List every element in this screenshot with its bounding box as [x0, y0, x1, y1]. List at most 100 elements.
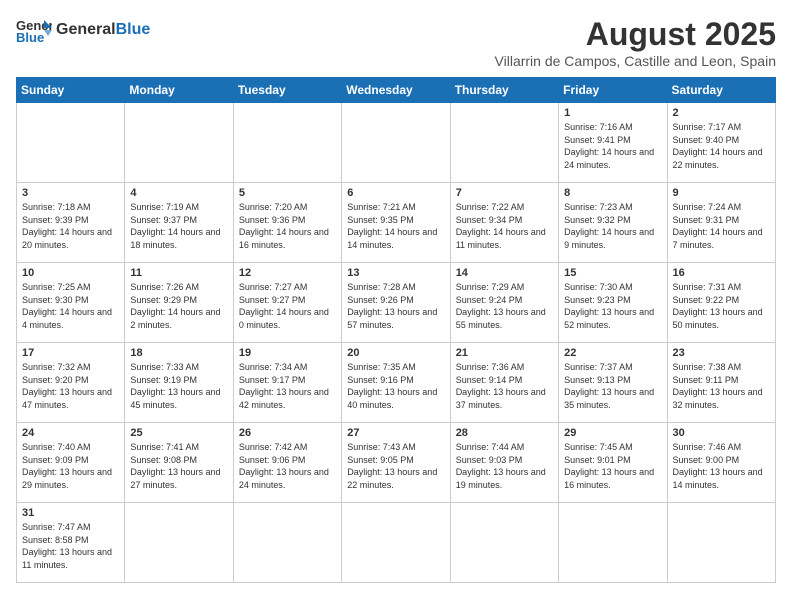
calendar-subtitle: Villarrin de Campos, Castille and Leon, … — [495, 53, 776, 69]
page-header: General Blue GeneralBlue August 2025 Vil… — [16, 16, 776, 69]
day-info: Sunrise: 7:16 AM Sunset: 9:41 PM Dayligh… — [564, 121, 661, 171]
day-info: Sunrise: 7:42 AM Sunset: 9:06 PM Dayligh… — [239, 441, 336, 491]
day-info: Sunrise: 7:32 AM Sunset: 9:20 PM Dayligh… — [22, 361, 119, 411]
day-number: 13 — [347, 267, 444, 279]
day-info: Sunrise: 7:20 AM Sunset: 9:36 PM Dayligh… — [239, 201, 336, 251]
day-number: 31 — [22, 507, 119, 519]
calendar-cell — [342, 103, 450, 183]
calendar-cell: 3 Sunrise: 7:18 AM Sunset: 9:39 PM Daylig… — [17, 183, 125, 263]
calendar-cell: 14Sunrise: 7:29 AM Sunset: 9:24 PM Dayli… — [450, 263, 558, 343]
calendar-cell: 24 Sunrise: 7:40 AM Sunset: 9:09 PM Dayli… — [17, 423, 125, 503]
day-number: 11 — [130, 267, 227, 279]
header-tuesday: Tuesday — [233, 78, 341, 103]
calendar-cell: 10 Sunrise: 7:25 AM Sunset: 9:30 PM Dayli… — [17, 263, 125, 343]
header-monday: Monday — [125, 78, 233, 103]
calendar-cell: 31 Sunrise: 7:47 AM Sunset: 8:58 PM Dayli… — [17, 503, 125, 583]
day-info: Sunrise: 7:44 AM Sunset: 9:03 PM Dayligh… — [456, 441, 553, 491]
day-number: 3 — [22, 187, 119, 199]
day-number: 26 — [239, 427, 336, 439]
calendar-cell: 6 Sunrise: 7:21 AM Sunset: 9:35 PM Daylig… — [342, 183, 450, 263]
day-number: 12 — [239, 267, 336, 279]
week-row-6: 31 Sunrise: 7:47 AM Sunset: 8:58 PM Dayli… — [17, 503, 776, 583]
day-info: Sunrise: 7:18 AM Sunset: 9:39 PM Dayligh… — [22, 201, 119, 251]
calendar-cell: 8 Sunrise: 7:23 AM Sunset: 9:32 PM Daylig… — [559, 183, 667, 263]
calendar-cell — [450, 503, 558, 583]
day-info: Sunrise: 7:47 AM Sunset: 8:58 PM Dayligh… — [22, 521, 119, 571]
header-saturday: Saturday — [667, 78, 775, 103]
day-info: Sunrise: 7:41 AM Sunset: 9:08 PM Dayligh… — [130, 441, 227, 491]
week-row-2: 3 Sunrise: 7:18 AM Sunset: 9:39 PM Daylig… — [17, 183, 776, 263]
day-number: 4 — [130, 187, 227, 199]
calendar-cell — [559, 503, 667, 583]
day-number: 17 — [22, 347, 119, 359]
calendar-cell: 11 Sunrise: 7:26 AM Sunset: 9:29 PM Dayli… — [125, 263, 233, 343]
calendar-cell — [667, 503, 775, 583]
calendar-cell — [450, 103, 558, 183]
calendar-cell: 25 Sunrise: 7:41 AM Sunset: 9:08 PM Dayli… — [125, 423, 233, 503]
day-number: 10 — [22, 267, 119, 279]
day-number: 25 — [130, 427, 227, 439]
calendar-table: SundayMondayTuesdayWednesdayThursdayFrid… — [16, 77, 776, 583]
day-info: Sunrise: 7:21 AM Sunset: 9:35 PM Dayligh… — [347, 201, 444, 251]
calendar-cell — [233, 103, 341, 183]
calendar-cell: 15Sunrise: 7:30 AM Sunset: 9:23 PM Dayli… — [559, 263, 667, 343]
day-info: Sunrise: 7:19 AM Sunset: 9:37 PM Dayligh… — [130, 201, 227, 251]
calendar-cell — [125, 103, 233, 183]
day-info: Sunrise: 7:38 AM Sunset: 9:11 PM Dayligh… — [673, 361, 770, 411]
day-info: Sunrise: 7:45 AM Sunset: 9:01 PM Dayligh… — [564, 441, 661, 491]
day-number: 24 — [22, 427, 119, 439]
day-info: Sunrise: 7:27 AM Sunset: 9:27 PM Dayligh… — [239, 281, 336, 331]
day-info: Sunrise: 7:37 AM Sunset: 9:13 PM Dayligh… — [564, 361, 661, 411]
calendar-cell: 4 Sunrise: 7:19 AM Sunset: 9:37 PM Daylig… — [125, 183, 233, 263]
day-number: 7 — [456, 187, 553, 199]
day-number: 27 — [347, 427, 444, 439]
day-info: Sunrise: 7:35 AM Sunset: 9:16 PM Dayligh… — [347, 361, 444, 411]
week-row-1: 1Sunrise: 7:16 AM Sunset: 9:41 PM Daylig… — [17, 103, 776, 183]
calendar-title-area: August 2025 Villarrin de Campos, Castill… — [495, 16, 776, 69]
day-number: 19 — [239, 347, 336, 359]
calendar-cell: 13 Sunrise: 7:28 AM Sunset: 9:26 PM Dayli… — [342, 263, 450, 343]
calendar-cell: 9Sunrise: 7:24 AM Sunset: 9:31 PM Daylig… — [667, 183, 775, 263]
logo-icon: General Blue — [16, 16, 52, 44]
day-number: 23 — [673, 347, 770, 359]
day-info: Sunrise: 7:43 AM Sunset: 9:05 PM Dayligh… — [347, 441, 444, 491]
calendar-cell: 12 Sunrise: 7:27 AM Sunset: 9:27 PM Dayli… — [233, 263, 341, 343]
header-sunday: Sunday — [17, 78, 125, 103]
day-info: Sunrise: 7:31 AM Sunset: 9:22 PM Dayligh… — [673, 281, 770, 331]
header-wednesday: Wednesday — [342, 78, 450, 103]
calendar-cell: 16 Sunrise: 7:31 AM Sunset: 9:22 PM Dayli… — [667, 263, 775, 343]
day-number: 8 — [564, 187, 661, 199]
calendar-cell — [125, 503, 233, 583]
logo-blue: Blue — [116, 21, 151, 38]
day-number: 5 — [239, 187, 336, 199]
day-info: Sunrise: 7:34 AM Sunset: 9:17 PM Dayligh… — [239, 361, 336, 411]
calendar-cell: 28Sunrise: 7:44 AM Sunset: 9:03 PM Dayli… — [450, 423, 558, 503]
calendar-cell: 19 Sunrise: 7:34 AM Sunset: 9:17 PM Dayli… — [233, 343, 341, 423]
day-number: 20 — [347, 347, 444, 359]
day-info: Sunrise: 7:25 AM Sunset: 9:30 PM Dayligh… — [22, 281, 119, 331]
day-info: Sunrise: 7:23 AM Sunset: 9:32 PM Dayligh… — [564, 201, 661, 251]
calendar-cell: 27 Sunrise: 7:43 AM Sunset: 9:05 PM Dayli… — [342, 423, 450, 503]
calendar-cell: 1Sunrise: 7:16 AM Sunset: 9:41 PM Daylig… — [559, 103, 667, 183]
calendar-cell: 5 Sunrise: 7:20 AM Sunset: 9:36 PM Daylig… — [233, 183, 341, 263]
week-row-3: 10 Sunrise: 7:25 AM Sunset: 9:30 PM Dayli… — [17, 263, 776, 343]
week-row-4: 17 Sunrise: 7:32 AM Sunset: 9:20 PM Dayli… — [17, 343, 776, 423]
day-info: Sunrise: 7:36 AM Sunset: 9:14 PM Dayligh… — [456, 361, 553, 411]
logo: General Blue GeneralBlue — [16, 16, 150, 44]
day-number: 16 — [673, 267, 770, 279]
calendar-cell: 21Sunrise: 7:36 AM Sunset: 9:14 PM Dayli… — [450, 343, 558, 423]
day-number: 22 — [564, 347, 661, 359]
day-number: 14 — [456, 267, 553, 279]
calendar-cell — [233, 503, 341, 583]
day-info: Sunrise: 7:46 AM Sunset: 9:00 PM Dayligh… — [673, 441, 770, 491]
day-info: Sunrise: 7:26 AM Sunset: 9:29 PM Dayligh… — [130, 281, 227, 331]
day-number: 6 — [347, 187, 444, 199]
logo-general: General — [56, 21, 116, 38]
calendar-header-row: SundayMondayTuesdayWednesdayThursdayFrid… — [17, 78, 776, 103]
day-info: Sunrise: 7:28 AM Sunset: 9:26 PM Dayligh… — [347, 281, 444, 331]
day-info: Sunrise: 7:24 AM Sunset: 9:31 PM Dayligh… — [673, 201, 770, 251]
day-number: 18 — [130, 347, 227, 359]
day-info: Sunrise: 7:40 AM Sunset: 9:09 PM Dayligh… — [22, 441, 119, 491]
day-info: Sunrise: 7:17 AM Sunset: 9:40 PM Dayligh… — [673, 121, 770, 171]
calendar-cell — [17, 103, 125, 183]
